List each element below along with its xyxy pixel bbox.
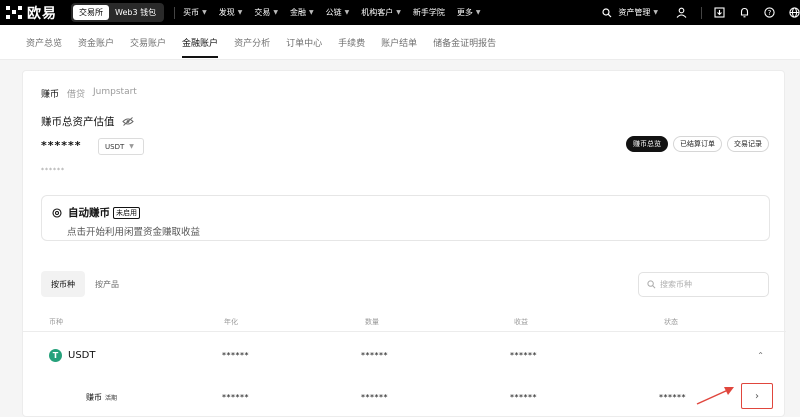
currency-value: USDT — [105, 142, 125, 151]
auto-earn-banner[interactable]: 自动赚币 未启用 点击开始利用闲置资金赚取收益 — [41, 195, 770, 241]
subnav-finance-account[interactable]: 金融账户 — [182, 25, 219, 60]
product-tabs: 赚币 借贷 Jumpstart — [41, 87, 145, 100]
subnav-funding-account[interactable]: 资金账户 — [78, 25, 114, 60]
apy-value: ****** — [222, 351, 249, 360]
total-value-masked: ****** — [41, 139, 82, 152]
table-row[interactable]: T USDT ****** ****** ****** ⌃ — [23, 346, 786, 368]
chevron-up-icon[interactable]: ⌃ — [757, 351, 764, 360]
chevron-down-icon: ▼ — [475, 9, 481, 16]
col-earnings: 收益 — [514, 318, 528, 326]
status-value: ****** — [659, 393, 686, 402]
nav-divider — [174, 6, 176, 19]
mode-exchange[interactable]: 交易所 — [73, 5, 109, 20]
earnings-value: ****** — [510, 351, 537, 360]
nav-trade[interactable]: 交易 ▼ — [254, 7, 278, 18]
asset-management-menu[interactable]: 资产管理 ▼ — [618, 7, 658, 18]
bell-icon[interactable] — [739, 7, 750, 18]
mode-web3[interactable]: Web3 钱包 — [109, 5, 162, 20]
estimate-title-text: 赚币总资产估值 — [41, 116, 115, 128]
nav-buy[interactable]: 买币 ▼ — [183, 7, 207, 18]
nav-institutional[interactable]: 机构客户 ▼ — [361, 7, 401, 18]
coin-search-input[interactable]: 搜索币种 — [638, 272, 769, 297]
amount-value: ****** — [361, 351, 388, 360]
eye-off-icon[interactable] — [121, 117, 134, 126]
auto-earn-title: 自动赚币 未启用 — [52, 205, 140, 220]
overview-buttons: 赚币总览 已结算订单 交易记录 — [621, 136, 769, 152]
amount-value: ****** — [361, 393, 388, 402]
auto-earn-title-text: 自动赚币 — [68, 207, 110, 219]
view-toggle: 按币种 按产品 — [41, 271, 129, 297]
chevron-down-icon: ▼ — [344, 9, 350, 16]
brand-name: 欧易 — [27, 5, 57, 22]
table-row[interactable]: 赚币 活期 ****** ****** ****** ****** — [23, 388, 786, 408]
okx-logo[interactable]: 欧易 — [6, 3, 57, 23]
nav-academy[interactable]: 新手学院 — [413, 7, 445, 18]
nav-divider — [701, 6, 702, 19]
nav-finance[interactable]: 金融 ▼ — [290, 7, 314, 18]
tab-earn[interactable]: 赚币 — [41, 87, 59, 100]
globe-icon[interactable] — [789, 7, 800, 18]
auto-earn-icon — [52, 207, 62, 218]
subnav-statements[interactable]: 账户结单 — [381, 25, 417, 60]
tab-jumpstart[interactable]: Jumpstart — [93, 87, 137, 100]
product-tag: 活期 — [105, 395, 118, 402]
tab-loan[interactable]: 借贷 — [67, 87, 85, 100]
by-product-toggle[interactable]: 按产品 — [85, 271, 129, 297]
subnav-asset-analysis[interactable]: 资产分析 — [234, 25, 270, 60]
settled-orders-button[interactable]: 已结算订单 — [673, 136, 722, 152]
mode-toggle[interactable]: 交易所 Web3 钱包 — [71, 3, 165, 22]
subnav-fees[interactable]: 手续费 — [338, 25, 365, 60]
main-nav: 买币 ▼ 发现 ▼ 交易 ▼ 金融 ▼ 公链 ▼ 机构客户 ▼ 新手学院 更多 ▼ — [183, 7, 492, 18]
chevron-down-icon: ▼ — [273, 9, 278, 16]
chevron-down-icon: ▼ — [129, 143, 134, 150]
search-icon[interactable] — [602, 7, 612, 18]
account-subnav: 资产总览 资金账户 交易账户 金融账户 资产分析 订单中心 手续费 账户结单 储… — [0, 25, 800, 60]
chevron-down-icon: ▼ — [396, 9, 401, 16]
top-right-tools: 资产管理 ▼ ? — [602, 0, 800, 25]
row-detail-button[interactable]: › — [741, 383, 773, 409]
user-icon[interactable] — [676, 7, 687, 18]
col-apy: 年化 — [224, 318, 238, 326]
chevron-down-icon: ▼ — [653, 9, 658, 16]
svg-text:?: ? — [768, 9, 772, 17]
search-icon — [647, 280, 656, 289]
apy-value: ****** — [222, 393, 249, 402]
nav-chain[interactable]: 公链 ▼ — [326, 7, 350, 18]
nav-more[interactable]: 更多 ▼ — [457, 7, 481, 18]
currency-select[interactable]: USDT ▼ — [98, 138, 144, 155]
help-icon[interactable]: ? — [764, 7, 775, 18]
col-status: 状态 — [664, 318, 678, 326]
subnav-order-center[interactable]: 订单中心 — [286, 25, 322, 60]
chevron-right-icon: › — [755, 390, 759, 402]
col-coin: 币种 — [49, 318, 63, 326]
product-cell: 赚币 活期 — [86, 392, 117, 403]
logo-mark-icon — [6, 6, 23, 19]
transaction-history-button[interactable]: 交易记录 — [727, 136, 769, 152]
chevron-down-icon: ▼ — [202, 9, 207, 16]
earn-card: 赚币 借贷 Jumpstart 赚币总资产估值 ****** USDT ▼ **… — [22, 70, 786, 417]
nav-discover[interactable]: 发现 ▼ — [219, 7, 243, 18]
top-navbar: 欧易 交易所 Web3 钱包 买币 ▼ 发现 ▼ 交易 ▼ 金融 ▼ 公链 ▼ 机构客户 ▼… — [0, 0, 800, 25]
estimate-title: 赚币总资产估值 — [41, 114, 134, 129]
earnings-value: ****** — [510, 393, 537, 402]
product-name: 赚币 — [86, 393, 102, 402]
subnav-trading-account[interactable]: 交易账户 — [130, 25, 166, 60]
search-placeholder: 搜索币种 — [660, 280, 692, 289]
usdt-icon: T — [49, 349, 62, 362]
table-header: 币种 年化 数量 收益 状态 — [23, 311, 786, 332]
chevron-down-icon: ▼ — [308, 9, 314, 16]
by-coin-toggle[interactable]: 按币种 — [41, 271, 85, 297]
sub-value-masked: ****** — [41, 167, 65, 174]
status-badge: 未启用 — [113, 206, 140, 219]
auto-earn-description: 点击开始利用闲置资金赚取收益 — [67, 227, 201, 238]
download-icon[interactable] — [714, 7, 725, 18]
subnav-asset-overview[interactable]: 资产总览 — [26, 25, 62, 60]
coin-name: USDT — [68, 350, 96, 361]
subnav-proof-of-reserves[interactable]: 储备金证明报告 — [433, 25, 496, 60]
coin-cell: T USDT — [49, 349, 95, 362]
col-amount: 数量 — [365, 318, 379, 326]
chevron-down-icon: ▼ — [237, 9, 243, 16]
earn-overview-button[interactable]: 赚币总览 — [626, 136, 668, 152]
